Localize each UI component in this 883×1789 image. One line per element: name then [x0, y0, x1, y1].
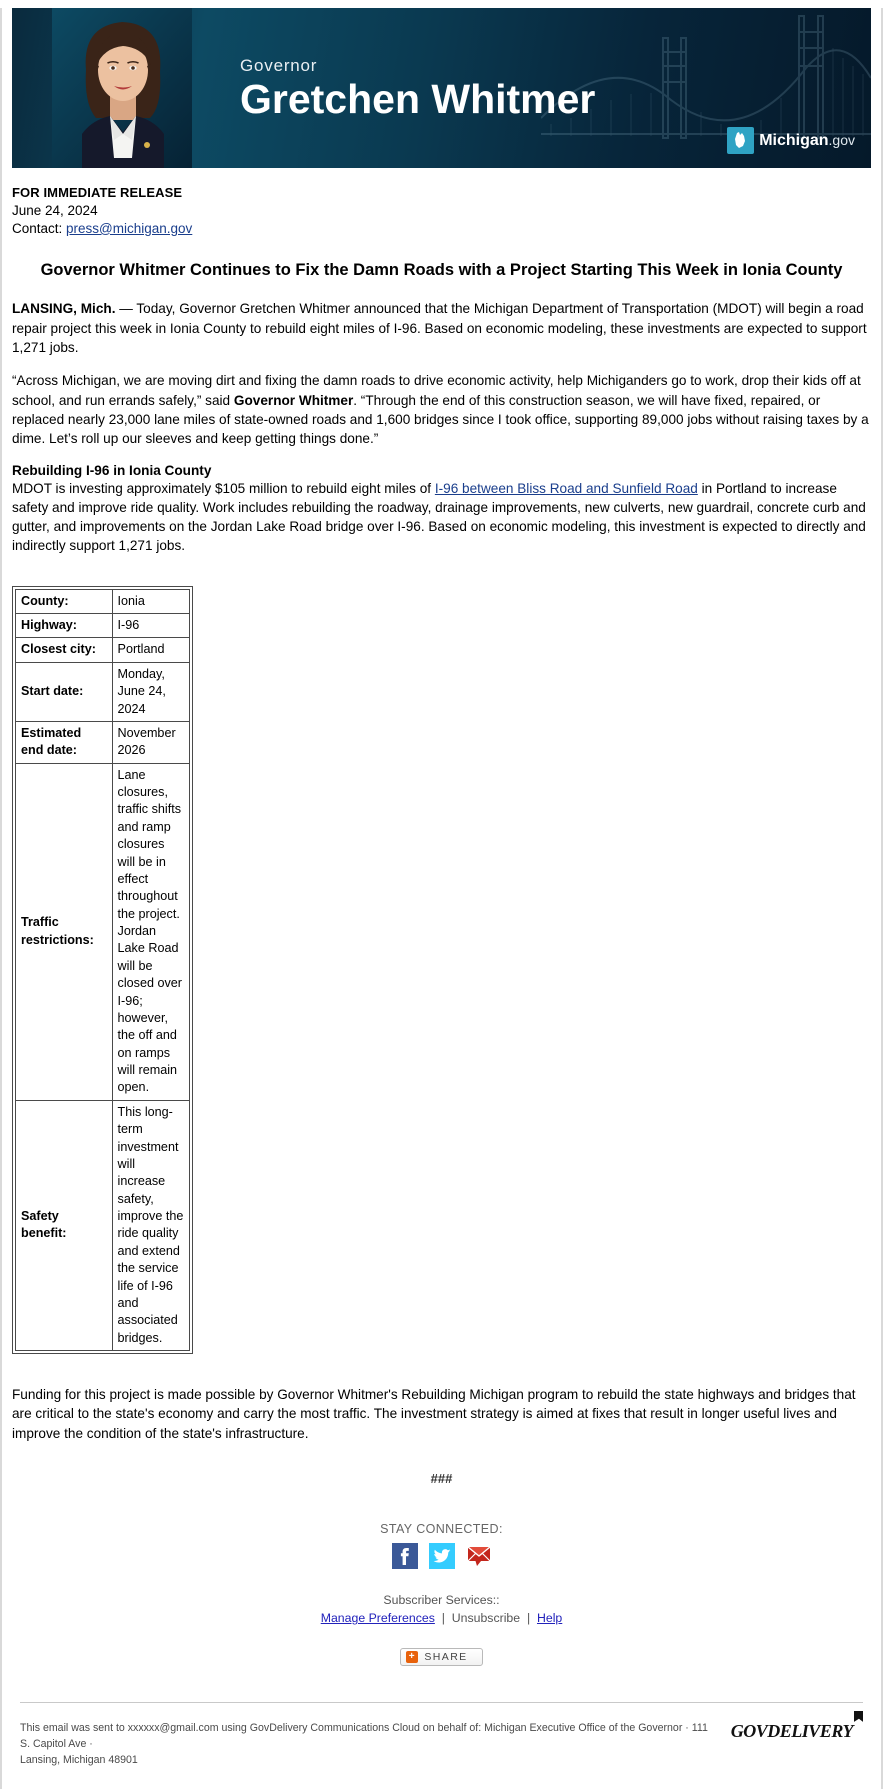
legal-line-2: Lansing, Michigan 48901 — [20, 1753, 138, 1766]
twitter-icon[interactable] — [428, 1542, 455, 1569]
table-row: Highway: I-96 — [15, 613, 191, 639]
row-key: Closest city: — [15, 637, 113, 663]
row-key: Traffic restrictions: — [15, 762, 113, 1101]
lead-paragraph: LANSING, Mich. — Today, Governor Gretche… — [12, 299, 871, 357]
michigan-gov-logo[interactable]: Michigan.gov — [727, 127, 855, 154]
press-email-link[interactable]: press@michigan.gov — [66, 221, 192, 236]
michigan-mitten-icon — [727, 127, 755, 154]
contact-prefix: Contact: — [12, 220, 67, 236]
email-page: Governor Gretchen Whitmer Michigan.gov F… — [0, 8, 883, 1789]
michigan-gov-wordmark: Michigan.gov — [759, 131, 855, 149]
unsubscribe-link[interactable]: Unsubscribe — [452, 1611, 520, 1625]
quote-attribution: Governor Whitmer — [233, 392, 354, 408]
share-button-label: SHARE — [424, 1650, 468, 1663]
section-heading: Rebuilding I-96 in Ionia County — [12, 462, 212, 478]
banner-title-block: Governor Gretchen Whitmer — [240, 56, 595, 121]
lead-text: — Today, Governor Gretchen Whitmer annou… — [12, 301, 867, 356]
link-separator: | — [434, 1611, 452, 1626]
share-row: + SHARE — [12, 1646, 871, 1666]
email-body: FOR IMMEDIATE RELEASE June 24, 2024 Cont… — [2, 184, 881, 1666]
subscriber-services: Subscriber Services:: Manage Preferences… — [12, 1591, 871, 1628]
share-plus-icon: + — [406, 1650, 419, 1663]
stay-connected-section: STAY CONNECTED: — [12, 1522, 871, 1569]
table-row: Closest city: Portland — [15, 637, 191, 663]
quote-paragraph: “Across Michigan, we are moving dirt and… — [12, 371, 871, 448]
i96-segment-link[interactable]: I-96 between Bliss Road and Sunfield Roa… — [435, 481, 698, 496]
row-value: Portland — [111, 637, 191, 663]
share-button[interactable]: + SHARE — [400, 1647, 483, 1666]
row-value: This long-term investment will increase … — [111, 1099, 191, 1352]
section-text-start: MDOT is investing approximately $105 mil… — [12, 480, 435, 496]
subscriber-services-label: Subscriber Services:: — [383, 1592, 500, 1607]
project-details-table-wrapper: County: Ionia Highway: I-96 Closest city… — [12, 585, 193, 1355]
row-key: Estimated end date: — [15, 720, 113, 764]
section-paragraph: MDOT is investing approximately $105 mil… — [12, 479, 871, 556]
release-contact: Contact: press@michigan.gov — [12, 220, 871, 238]
governor-portrait — [52, 8, 192, 168]
row-key: Start date: — [15, 661, 113, 722]
row-key: County: — [15, 588, 113, 615]
governor-banner: Governor Gretchen Whitmer Michigan.gov — [12, 8, 871, 168]
legal-line-1: This email was sent to xxxxxx@gmail.com … — [20, 1721, 708, 1750]
row-key: Highway: — [15, 613, 113, 639]
subscriber-links: Manage Preferences | Unsubscribe | Help — [12, 1609, 871, 1627]
table-row: Safety benefit: This long-term investmen… — [15, 1099, 191, 1352]
email-icon[interactable] — [466, 1543, 492, 1569]
banner-eyebrow: Governor — [240, 56, 318, 75]
release-label: FOR IMMEDIATE RELEASE — [12, 185, 183, 200]
table-row: County: Ionia — [15, 588, 191, 615]
legal-text: This email was sent to xxxxxx@gmail.com … — [20, 1721, 715, 1769]
table-row: Estimated end date: November 2026 — [15, 720, 191, 764]
banner-governor-name: Gretchen Whitmer — [240, 76, 596, 122]
row-value: I-96 — [111, 613, 191, 639]
govdelivery-logo: govdelivery — [730, 1710, 863, 1742]
row-value: Ionia — [111, 588, 191, 615]
release-date: June 24, 2024 — [12, 202, 98, 218]
row-key: Safety benefit: — [15, 1099, 113, 1352]
row-value: Lane closures, traffic shifts and ramp c… — [111, 762, 191, 1101]
row-value: November 2026 — [111, 720, 191, 764]
closing-paragraph: Funding for this project is made possibl… — [12, 1387, 856, 1441]
project-details-table: County: Ionia Highway: I-96 Closest city… — [15, 588, 191, 1352]
facebook-icon[interactable] — [391, 1542, 418, 1569]
end-marker: ### — [430, 1470, 453, 1486]
stay-connected-label: STAY CONNECTED: — [380, 1521, 503, 1536]
dateline: LANSING, Mich. — [12, 301, 116, 317]
release-info: FOR IMMEDIATE RELEASE June 24, 2024 Cont… — [12, 184, 871, 238]
page-title: Governor Whitmer Continues to Fix the Da… — [40, 260, 843, 279]
row-value: Monday, June 24, 2024 — [111, 661, 191, 722]
govdelivery-flag-icon — [854, 1710, 863, 1722]
govdelivery-wordmark: govdelivery — [730, 1720, 854, 1741]
link-separator: | — [520, 1611, 537, 1626]
help-link[interactable]: Help — [537, 1611, 562, 1625]
social-links — [12, 1542, 871, 1569]
table-row: Traffic restrictions: Lane closures, tra… — [15, 762, 191, 1101]
table-row: Start date: Monday, June 24, 2024 — [15, 661, 191, 722]
manage-preferences-link[interactable]: Manage Preferences — [321, 1611, 435, 1625]
